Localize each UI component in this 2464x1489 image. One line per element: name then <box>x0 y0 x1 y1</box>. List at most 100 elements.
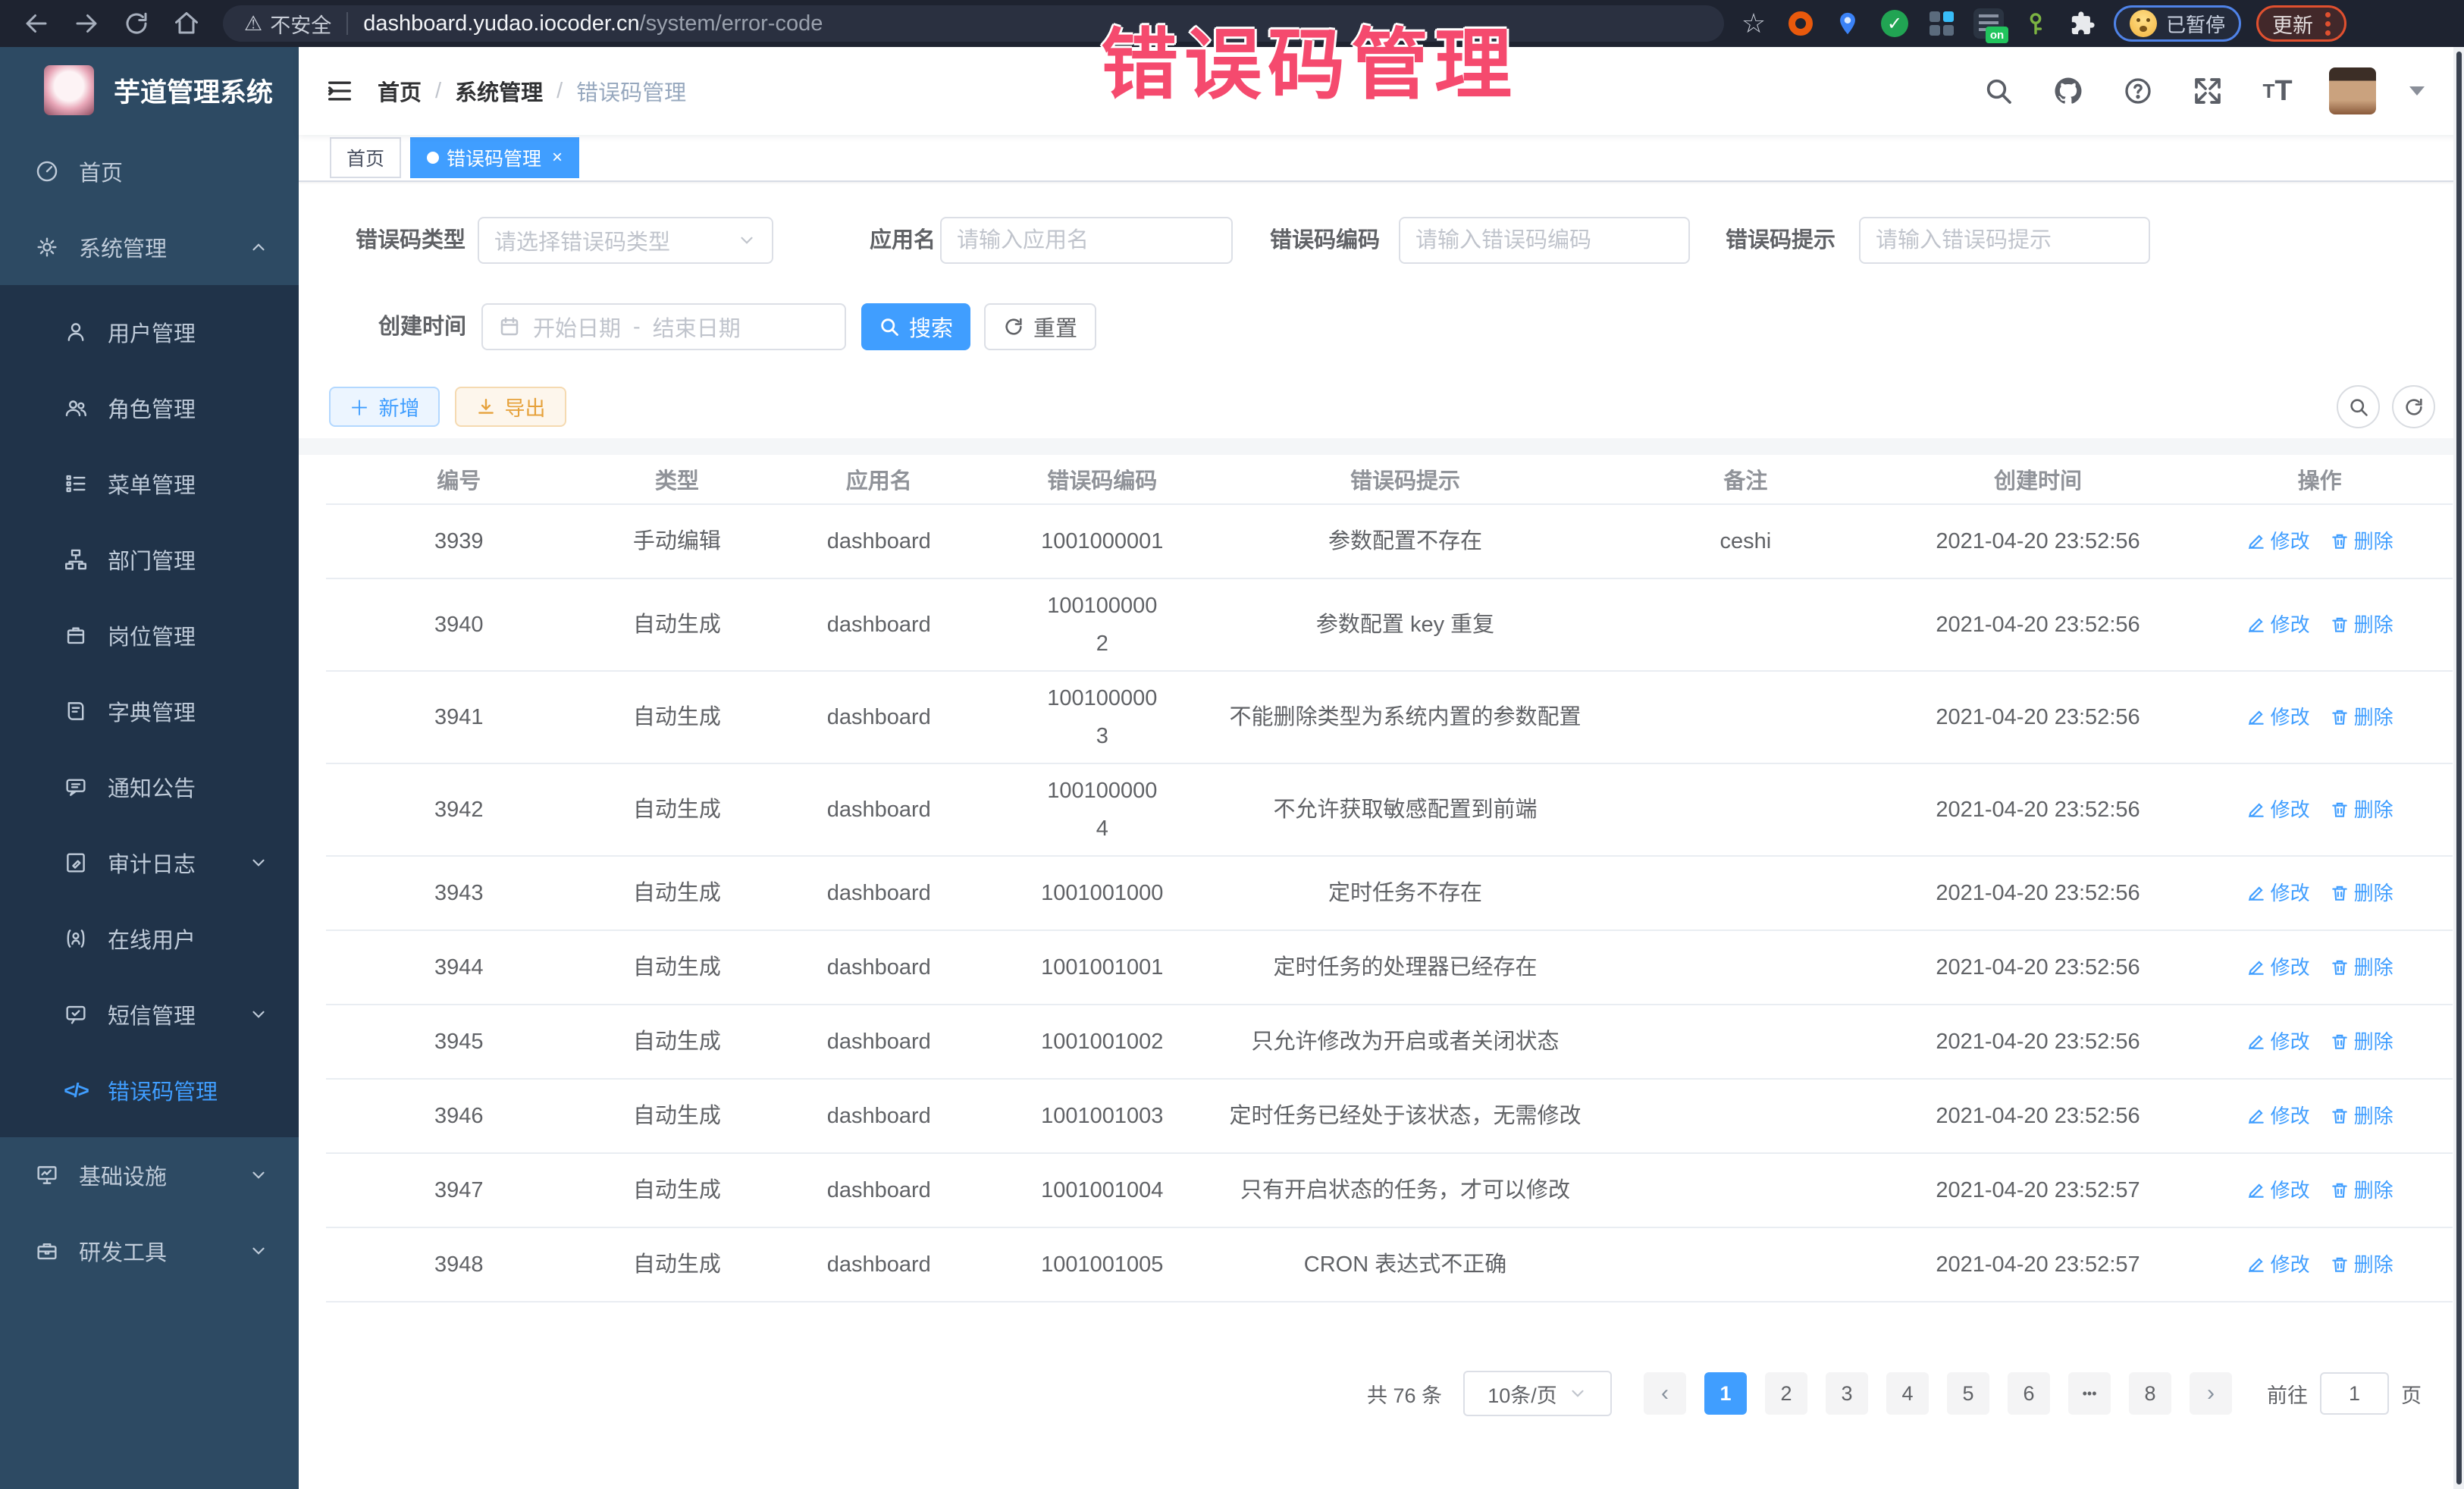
page-button-8[interactable]: 8 <box>2129 1372 2171 1415</box>
header-search-icon[interactable] <box>1980 73 2017 109</box>
filter-input-错误码编码[interactable] <box>1399 217 1690 264</box>
goto-page-input[interactable] <box>2320 1372 2389 1415</box>
delete-link[interactable]: 删除 <box>2330 1246 2393 1284</box>
sidebar-item-通知公告[interactable]: 通知公告 <box>0 749 299 825</box>
export-button[interactable]: 导出 <box>455 387 566 427</box>
delete-link[interactable]: 删除 <box>2330 791 2393 829</box>
sidebar-item-审计日志[interactable]: 审计日志 <box>0 825 299 901</box>
extension-orange-icon[interactable] <box>1785 8 1817 39</box>
browser-forward-icon[interactable] <box>67 4 106 43</box>
edit-link[interactable]: 修改 <box>2246 1023 2310 1061</box>
edit-link[interactable]: 修改 <box>2246 522 2310 560</box>
row-app-name: dashboard <box>762 606 996 644</box>
extension-pin-icon[interactable] <box>1832 8 1864 39</box>
tag-错误码管理[interactable]: 错误码管理× <box>410 137 579 178</box>
user-menu-caret-icon[interactable] <box>2409 86 2425 96</box>
page-button-4[interactable]: 4 <box>1886 1372 1929 1415</box>
delete-link[interactable]: 删除 <box>2330 948 2393 986</box>
browser-menu-dots-icon[interactable] <box>2325 12 2331 36</box>
help-icon[interactable] <box>2120 73 2156 109</box>
delete-icon <box>2330 1255 2350 1274</box>
text-size-icon[interactable]: TT <box>2259 73 2296 109</box>
page-button-6[interactable]: 6 <box>2008 1372 2050 1415</box>
tag-首页[interactable]: 首页 <box>330 137 401 178</box>
error-code-type-select[interactable]: 请选择错误码类型 <box>478 217 773 264</box>
sidebar-item-角色管理[interactable]: 角色管理 <box>0 370 299 446</box>
delete-link[interactable]: 删除 <box>2330 874 2393 912</box>
extensions-puzzle-icon[interactable] <box>2067 8 2099 39</box>
extension-on-badge-icon[interactable]: on <box>1973 8 2005 39</box>
page-button-1[interactable]: 1 <box>1704 1372 1747 1415</box>
bookmark-star-icon[interactable]: ☆ <box>1738 8 1770 39</box>
next-page-button[interactable]: › <box>2190 1372 2232 1415</box>
toggle-search-button[interactable] <box>2337 385 2380 428</box>
delete-link[interactable]: 删除 <box>2330 522 2393 560</box>
edit-link[interactable]: 修改 <box>2246 791 2310 829</box>
search-button[interactable]: 搜索 <box>861 303 970 350</box>
filter-input-错误码提示[interactable] <box>1859 217 2150 264</box>
breadcrumb-item-系统管理[interactable]: 系统管理 <box>455 75 543 107</box>
edit-link[interactable]: 修改 <box>2246 1246 2310 1284</box>
app-logo-row[interactable]: 芋道管理系统 <box>0 47 299 133</box>
edit-link[interactable]: 修改 <box>2246 606 2310 644</box>
edit-link[interactable]: 修改 <box>2246 698 2310 736</box>
add-button[interactable]: ＋ 新增 <box>329 387 440 427</box>
goto-suffix: 页 <box>2401 1379 2422 1409</box>
prev-page-button[interactable]: ‹ <box>1644 1372 1686 1415</box>
extension-green-check-icon[interactable]: ✓ <box>1879 8 1911 39</box>
row-actions: 修改删除 <box>2187 1246 2453 1284</box>
breadcrumb-item-首页[interactable]: 首页 <box>378 75 422 107</box>
browser-back-icon[interactable] <box>17 4 56 43</box>
delete-link[interactable]: 删除 <box>2330 1171 2393 1209</box>
url-separator <box>346 12 348 35</box>
profile-avatar-emoji <box>2130 10 2157 37</box>
delete-link[interactable]: 删除 <box>2330 606 2393 644</box>
sidebar-item-字典管理[interactable]: 字典管理 <box>0 673 299 749</box>
sidebar-item-部门管理[interactable]: 部门管理 <box>0 522 299 597</box>
sidebar-item-系统管理[interactable]: 系统管理 <box>0 209 299 285</box>
sidebar-item-菜单管理[interactable]: 菜单管理 <box>0 446 299 522</box>
delete-icon <box>2330 707 2350 727</box>
table-row: 3943自动生成dashboard1001001000定时任务不存在2021-0… <box>326 857 2453 931</box>
sidebar-item-研发工具[interactable]: 研发工具 <box>0 1213 299 1289</box>
sidebar-item-错误码管理[interactable]: </>错误码管理 <box>0 1052 299 1128</box>
sidebar-item-label: 用户管理 <box>108 316 196 348</box>
extension-key-icon[interactable] <box>2020 8 2052 39</box>
browser-update-button[interactable]: 更新 <box>2256 5 2346 42</box>
edit-link[interactable]: 修改 <box>2246 874 2310 912</box>
edit-link[interactable]: 修改 <box>2246 1171 2310 1209</box>
github-icon[interactable] <box>2050 73 2086 109</box>
page-size-select[interactable]: 10条/页 <box>1463 1371 1612 1416</box>
browser-home-icon[interactable] <box>167 4 206 43</box>
edit-link[interactable]: 修改 <box>2246 1097 2310 1135</box>
sidebar-item-岗位管理[interactable]: 岗位管理 <box>0 597 299 673</box>
sidebar-item-基础设施[interactable]: 基础设施 <box>0 1137 299 1213</box>
sidebar-item-短信管理[interactable]: 短信管理 <box>0 976 299 1052</box>
page-button-5[interactable]: 5 <box>1947 1372 1989 1415</box>
sidebar-item-用户管理[interactable]: 用户管理 <box>0 294 299 370</box>
tag-close-icon[interactable]: × <box>552 147 563 168</box>
reset-button[interactable]: 重置 <box>984 303 1096 350</box>
filter-input-应用名[interactable] <box>940 217 1233 264</box>
browser-reload-icon[interactable] <box>117 4 156 43</box>
page-ellipsis[interactable]: ••• <box>2068 1372 2111 1415</box>
sidebar-item-首页[interactable]: 首页 <box>0 133 299 209</box>
page-button-3[interactable]: 3 <box>1826 1372 1868 1415</box>
org-tree-icon <box>62 546 89 573</box>
user-avatar[interactable] <box>2329 67 2376 114</box>
extension-grid-icon[interactable] <box>1926 8 1958 39</box>
create-time-range-picker[interactable]: 开始日期 - 结束日期 <box>481 303 846 350</box>
edit-icon <box>2246 1106 2266 1126</box>
delete-link[interactable]: 删除 <box>2330 1023 2393 1061</box>
page-button-2[interactable]: 2 <box>1765 1372 1807 1415</box>
delete-link[interactable]: 删除 <box>2330 1097 2393 1135</box>
edit-link[interactable]: 修改 <box>2246 948 2310 986</box>
profile-paused-chip[interactable]: 已暂停 <box>2114 5 2241 42</box>
sidebar-item-在线用户[interactable]: 在线用户 <box>0 901 299 976</box>
hamburger-icon[interactable] <box>321 73 358 109</box>
page-scrollbar[interactable] <box>2453 47 2464 1489</box>
fullscreen-icon[interactable] <box>2190 73 2226 109</box>
not-secure-warning[interactable]: ⚠ 不安全 <box>244 9 331 39</box>
refresh-table-button[interactable] <box>2392 385 2435 428</box>
delete-link[interactable]: 删除 <box>2330 698 2393 736</box>
